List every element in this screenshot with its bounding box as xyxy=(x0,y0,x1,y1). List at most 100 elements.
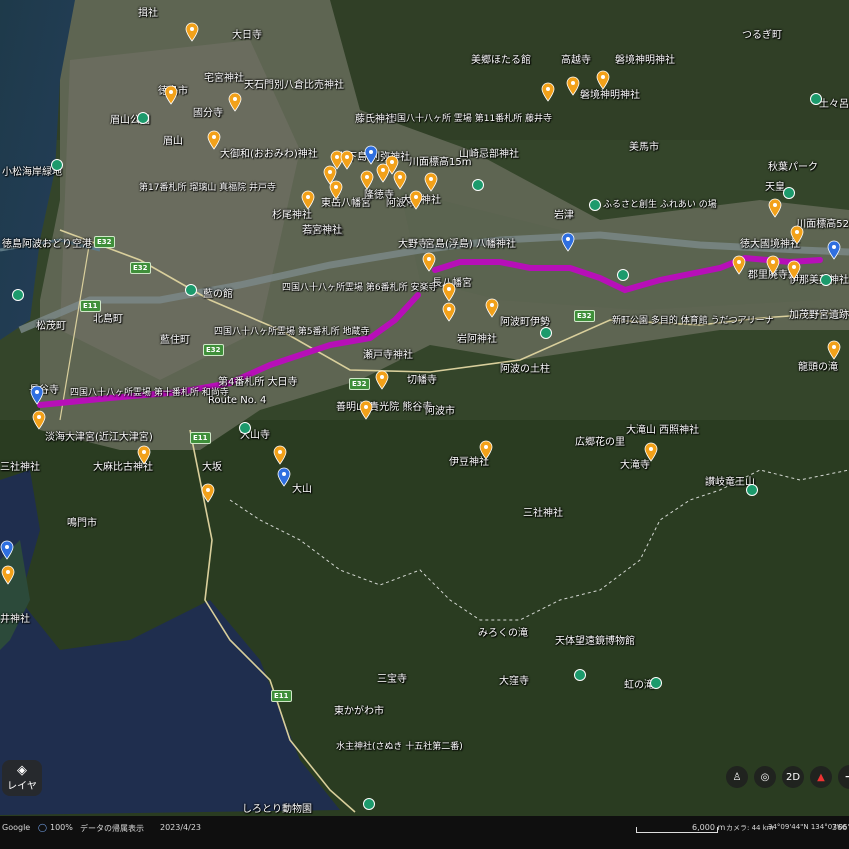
map-label[interactable]: 美馬市 xyxy=(629,142,659,153)
map-label[interactable]: 大山 xyxy=(292,484,312,495)
rotate-icon: ◎ xyxy=(760,771,770,783)
poi-marker-icon[interactable] xyxy=(363,798,375,810)
zoom-out-button[interactable]: − xyxy=(842,769,849,785)
map-label[interactable]: 宅宮神社 xyxy=(204,73,244,84)
satellite-map[interactable]: 揖社大日寺宅宮神社天石門別八倉比売神社徳島市眉山公園眉山國分寺大御和(おおみわ)… xyxy=(0,0,849,849)
map-label[interactable]: 山崎忌部神社 xyxy=(459,149,519,160)
compass-icon: ▲ xyxy=(817,771,825,783)
map-label[interactable]: 秋葉パーク xyxy=(768,162,818,173)
map-label[interactable]: 天体望遠鏡博物館 xyxy=(555,636,635,647)
map-label[interactable]: 瀬戸寺神社 xyxy=(363,350,413,361)
poi-marker-icon[interactable] xyxy=(540,327,552,339)
poi-marker-icon[interactable] xyxy=(12,289,24,301)
layers-icon: ◈ xyxy=(17,763,27,778)
map-label[interactable]: 四国八十八ヶ所霊場 第十番札所 和尚寺 xyxy=(70,388,229,399)
2d-toggle-button[interactable]: 2D xyxy=(782,766,804,788)
poi-marker-icon[interactable] xyxy=(820,274,832,286)
poi-marker-icon[interactable] xyxy=(783,187,795,199)
map-label[interactable]: つるぎ町 xyxy=(742,30,782,41)
map-label[interactable]: 井神社 xyxy=(0,614,30,625)
map-label[interactable]: 阿波市 xyxy=(425,406,455,417)
map-label[interactable]: 阿波の土柱 xyxy=(500,364,550,375)
map-label[interactable]: 藍住町 xyxy=(160,335,190,346)
map-label[interactable]: 阿波町伊勢 xyxy=(500,317,550,328)
map-label[interactable]: 淡海大津宮(近江大津宮) xyxy=(45,432,153,443)
map-label[interactable]: 大野寺 xyxy=(398,239,428,250)
poi-marker-icon[interactable] xyxy=(746,484,758,496)
map-label[interactable]: 徳島阿波おどり空港 xyxy=(2,239,92,250)
elevation: 366 m xyxy=(832,823,849,832)
map-label[interactable]: 磐境神明神社 xyxy=(580,90,640,101)
map-label[interactable]: 松茂町 xyxy=(36,321,66,332)
map-label[interactable]: 宮島(浮島) 八幡神社 xyxy=(425,239,516,250)
map-label[interactable]: 三宝寺 xyxy=(377,674,407,685)
map-label[interactable]: 三社神社 xyxy=(523,508,563,519)
poi-marker-icon[interactable] xyxy=(137,112,149,124)
map-label[interactable]: 大御和(おおみわ)神社 xyxy=(220,149,318,160)
map-label[interactable]: 土々呂 xyxy=(819,99,849,110)
map-label[interactable]: 新町公園 多目的 体育館 うだつアリーナ xyxy=(612,316,774,327)
poi-marker-icon[interactable] xyxy=(617,269,629,281)
map-label[interactable]: 大滝山 西照神社 xyxy=(626,425,699,436)
scale-label: 6,000 m xyxy=(692,823,726,832)
map-label[interactable]: 東かがわ市 xyxy=(334,706,384,717)
map-label[interactable]: 美郷ほたる館 xyxy=(471,55,531,66)
map-label[interactable]: 藍の館 xyxy=(203,289,233,300)
map-label[interactable]: 天石門別八倉比売神社 xyxy=(244,80,344,91)
poi-marker-icon[interactable] xyxy=(589,199,601,211)
expressway-shield: E11 xyxy=(271,690,292,702)
poi-marker-icon[interactable] xyxy=(239,422,251,434)
map-terrain xyxy=(0,0,849,849)
map-label[interactable]: 藤氏神社 xyxy=(355,114,395,125)
person-icon: ♙ xyxy=(732,771,742,783)
map-label[interactable]: 揖社 xyxy=(138,8,158,19)
map-label[interactable]: 鳴門市 xyxy=(67,518,97,529)
map-label[interactable]: 若宮神社 xyxy=(302,225,342,236)
poi-marker-icon[interactable] xyxy=(51,159,63,171)
map-label[interactable]: 四国八十八ヶ所霊場 第6番札所 安楽寺 xyxy=(282,283,437,294)
map-label[interactable]: 第17番札所 瑠璃山 真福院 井戸寺 xyxy=(139,183,276,194)
map-label[interactable]: 善明山 貴光院 熊谷寺 xyxy=(336,402,432,413)
layers-button[interactable]: ◈ レイヤ xyxy=(2,760,42,796)
map-label[interactable]: 水主神社(さぬき 十五社第二番) xyxy=(336,742,463,753)
map-label[interactable]: 川面標高52 xyxy=(796,219,849,230)
map-label[interactable]: 岩阿神社 xyxy=(457,334,497,345)
map-label[interactable]: 岩津 xyxy=(554,210,574,221)
poi-marker-icon[interactable] xyxy=(650,677,662,689)
compass-button[interactable]: ▲ xyxy=(810,766,832,788)
poi-marker-icon[interactable] xyxy=(810,93,822,105)
map-label[interactable]: 天皇 xyxy=(765,182,785,193)
map-label[interactable]: 眉山 xyxy=(163,136,183,147)
map-label[interactable]: ふるさと創生 ふれあい の場 xyxy=(603,200,717,211)
google-logo: Google xyxy=(2,823,31,832)
map-label[interactable]: 第4番札所 大日寺 xyxy=(218,377,298,388)
map-label[interactable]: 四国八十八ヶ所霊場 第5番札所 地蔵寺 xyxy=(214,327,369,338)
map-label[interactable]: みろくの滝 xyxy=(478,628,528,639)
map-label[interactable]: 広郷花の里 xyxy=(575,437,625,448)
map-label[interactable]: 加茂野宮遺跡 xyxy=(789,310,849,321)
map-label[interactable]: 北島町 xyxy=(93,314,123,325)
data-attribution-link[interactable]: データの帰属表示 xyxy=(80,823,144,834)
map-label[interactable]: 高越寺 xyxy=(561,55,591,66)
map-label[interactable]: 杉尾神社 xyxy=(272,210,312,221)
map-label[interactable]: 大日寺 xyxy=(232,30,262,41)
map-label[interactable]: 三社神社 xyxy=(0,462,40,473)
map-label[interactable]: 大坂 xyxy=(202,462,222,473)
poi-marker-icon[interactable] xyxy=(185,284,197,296)
map-label[interactable]: 磐境神明神社 xyxy=(615,55,675,66)
expressway-shield: E32 xyxy=(203,344,224,356)
map-label[interactable]: 隆徳寺 xyxy=(364,190,394,201)
map-label[interactable]: 龍頭の滝 xyxy=(798,362,838,373)
map-label[interactable]: 四国八十八ヶ所 霊場 第11番札所 藤井寺 xyxy=(388,114,552,125)
poi-marker-icon[interactable] xyxy=(472,179,484,191)
layers-label: レイヤ xyxy=(7,781,37,792)
zoom-control: − + xyxy=(838,765,849,789)
map-label[interactable]: 國分寺 xyxy=(193,108,223,119)
map-label[interactable]: しろとり動物園 xyxy=(242,804,312,815)
expressway-shield: E11 xyxy=(80,300,101,312)
street-view-button[interactable]: ♙ xyxy=(726,766,748,788)
map-label[interactable]: 大窪寺 xyxy=(499,676,529,687)
poi-marker-icon[interactable] xyxy=(574,669,586,681)
rotate-button[interactable]: ◎ xyxy=(754,766,776,788)
map-label[interactable]: 切幡寺 xyxy=(407,375,437,386)
